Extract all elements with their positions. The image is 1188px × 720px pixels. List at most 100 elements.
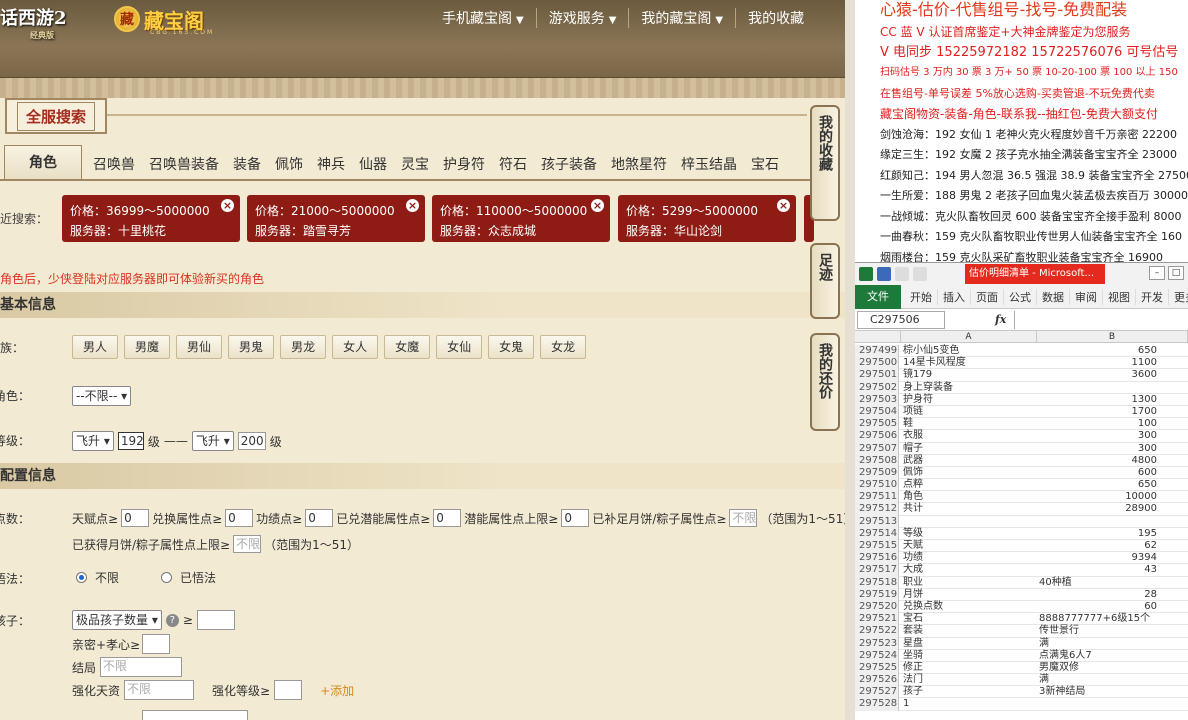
buzu-input[interactable]: 不限 xyxy=(729,509,758,527)
qianneng-max-input[interactable]: 0 xyxy=(561,509,590,527)
ribbon-tab[interactable]: 更多 xyxy=(1169,289,1188,305)
tab-gem[interactable]: 宝石 xyxy=(744,151,786,179)
cell-b[interactable]: 10000 xyxy=(1037,491,1159,503)
help-icon[interactable]: ? xyxy=(165,613,179,627)
row-number[interactable]: 297504 xyxy=(855,405,899,419)
recent-search-card[interactable]: 价格：36999～5000000 服务器：十里桃花 × xyxy=(62,195,240,242)
row-number[interactable]: 297506 xyxy=(855,430,899,443)
cell-a[interactable]: 功绩 xyxy=(901,552,1035,564)
row-number[interactable]: 297511 xyxy=(855,491,899,504)
cell-a[interactable]: 角色 xyxy=(901,491,1035,503)
cell-a[interactable]: 孩子 xyxy=(901,686,1035,698)
row-number[interactable]: 297499 xyxy=(855,345,899,358)
close-icon[interactable]: × xyxy=(406,199,419,212)
footprint-side-button[interactable]: 足迹 xyxy=(810,243,840,319)
cell-a[interactable]: 兑换点数 xyxy=(901,601,1035,613)
row-number[interactable]: 297500 xyxy=(855,357,899,370)
row-number[interactable]: 297508 xyxy=(855,454,899,467)
column-header-a[interactable]: A xyxy=(901,331,1037,343)
close-icon[interactable]: × xyxy=(221,199,234,212)
name-box[interactable]: C297506 xyxy=(857,310,945,329)
tab-accessory[interactable]: 佩饰 xyxy=(268,151,310,179)
cell-b[interactable]: 28900 xyxy=(1037,503,1159,515)
maximize-icon[interactable]: □ xyxy=(1168,266,1184,280)
row-number[interactable]: 297514 xyxy=(855,527,899,540)
cell-b[interactable]: 1700 xyxy=(1037,406,1159,418)
row-number[interactable]: 297507 xyxy=(855,442,899,455)
row-number[interactable]: 297522 xyxy=(855,625,899,638)
cell-a[interactable]: 职业 xyxy=(901,577,1035,589)
ribbon-tab[interactable]: 页面 xyxy=(971,288,1004,305)
wufa-radio-any[interactable] xyxy=(76,572,87,583)
race-button[interactable]: 女龙 xyxy=(540,335,587,359)
cell-b[interactable]: 650 xyxy=(1037,345,1159,357)
recent-search-card[interactable]: 价格：21000～5000000 服务器：踏雪寻芳 × xyxy=(247,195,425,242)
cell-b[interactable]: 传世景行 xyxy=(1037,625,1159,637)
cell-b[interactable]: 4800 xyxy=(1037,455,1159,467)
cell-a[interactable]: 武器 xyxy=(901,455,1035,467)
add-link[interactable]: +添加 xyxy=(320,682,354,699)
cell-b[interactable]: 300 xyxy=(1037,430,1159,442)
qianghua-level-input[interactable] xyxy=(274,680,303,700)
my-favorites-side-button[interactable]: 我的收藏 xyxy=(810,105,840,221)
cell-a[interactable]: 1 xyxy=(901,698,1035,710)
cell-b[interactable]: 点满鬼6人7 xyxy=(1037,650,1159,662)
cell-b[interactable]: 8888777777+6级15个 xyxy=(1037,613,1159,625)
qianneng-input[interactable]: 0 xyxy=(433,509,462,527)
cell-b[interactable]: 3新神结局 xyxy=(1037,686,1159,698)
tab-star-rune[interactable]: 地煞星符 xyxy=(604,151,674,179)
race-button[interactable]: 女魔 xyxy=(384,335,431,359)
row-number[interactable]: 297521 xyxy=(855,613,899,626)
row-number[interactable]: 297512 xyxy=(855,503,899,516)
cell-b[interactable]: 195 xyxy=(1037,528,1159,540)
cell-b[interactable]: 60 xyxy=(1037,601,1159,613)
yihuo-input[interactable]: 不限 xyxy=(233,535,262,553)
row-number[interactable]: 297510 xyxy=(855,479,899,492)
row-number[interactable]: 297519 xyxy=(855,588,899,601)
tab-jade-crystal[interactable]: 梓玉结晶 xyxy=(674,151,744,179)
intimacy-input[interactable] xyxy=(142,634,171,654)
cell-a[interactable]: 法门 xyxy=(901,674,1035,686)
cell-a[interactable]: 14星卡风程度 xyxy=(901,357,1035,369)
ribbon-tab[interactable]: 开发 xyxy=(1136,288,1169,305)
row-number[interactable]: 297515 xyxy=(855,540,899,553)
race-button[interactable]: 男仙 xyxy=(176,335,223,359)
row-number[interactable]: 297503 xyxy=(855,393,899,406)
cbg-logo[interactable]: 藏 藏宝阁 CBG.163.COM xyxy=(114,5,212,36)
cell-b[interactable]: 100 xyxy=(1037,418,1159,430)
cell-b[interactable]: 40种植 xyxy=(1037,577,1159,589)
cell-a[interactable]: 星盘 xyxy=(901,638,1035,650)
ending-input[interactable]: 不限 xyxy=(100,657,183,677)
role-select[interactable]: --不限-- ▾ xyxy=(72,386,132,406)
cell-a[interactable]: 套装 xyxy=(901,625,1035,637)
cell-a[interactable]: 修正 xyxy=(901,662,1035,674)
ribbon-tab[interactable]: 审阅 xyxy=(1070,288,1103,305)
row-number[interactable]: 297518 xyxy=(855,576,899,589)
level-to-input[interactable]: 200 xyxy=(237,432,266,450)
child-select[interactable]: 极品孩子数量 ▾ xyxy=(72,610,162,630)
gongji-input[interactable]: 0 xyxy=(305,509,334,527)
fx-icon[interactable]: fx xyxy=(995,313,1006,326)
cell-a[interactable]: 衣服 xyxy=(901,430,1035,442)
row-number[interactable]: 297528 xyxy=(855,698,899,711)
partial-input[interactable] xyxy=(142,710,248,720)
cell-a[interactable]: 身上穿装备 xyxy=(901,382,1035,394)
ribbon-tab[interactable]: 公式 xyxy=(1004,288,1037,305)
tab-role[interactable]: 角色 xyxy=(4,145,82,179)
cell-a[interactable]: 点粹 xyxy=(901,479,1035,491)
cell-a[interactable]: 共计 xyxy=(901,503,1035,515)
row-number[interactable]: 297520 xyxy=(855,600,899,614)
row-number[interactable]: 297501 xyxy=(855,369,899,382)
column-header-b[interactable]: B xyxy=(1037,331,1188,343)
cell-b[interactable]: 43 xyxy=(1037,564,1159,576)
race-button[interactable]: 女仙 xyxy=(436,335,483,359)
nav-game-service[interactable]: 游戏服务 ▼ xyxy=(537,8,630,28)
save-icon[interactable] xyxy=(877,267,891,281)
duihuan-input[interactable]: 0 xyxy=(225,509,254,527)
tab-rune[interactable]: 符石 xyxy=(492,151,534,179)
nav-mobile-cbg[interactable]: 手机藏宝阁 ▼ xyxy=(430,8,537,28)
nav-my-favorites[interactable]: 我的收藏 xyxy=(736,8,816,28)
row-number[interactable]: 297516 xyxy=(855,552,899,565)
cell-a[interactable]: 鞋 xyxy=(901,418,1035,430)
race-button[interactable]: 女人 xyxy=(332,335,379,359)
